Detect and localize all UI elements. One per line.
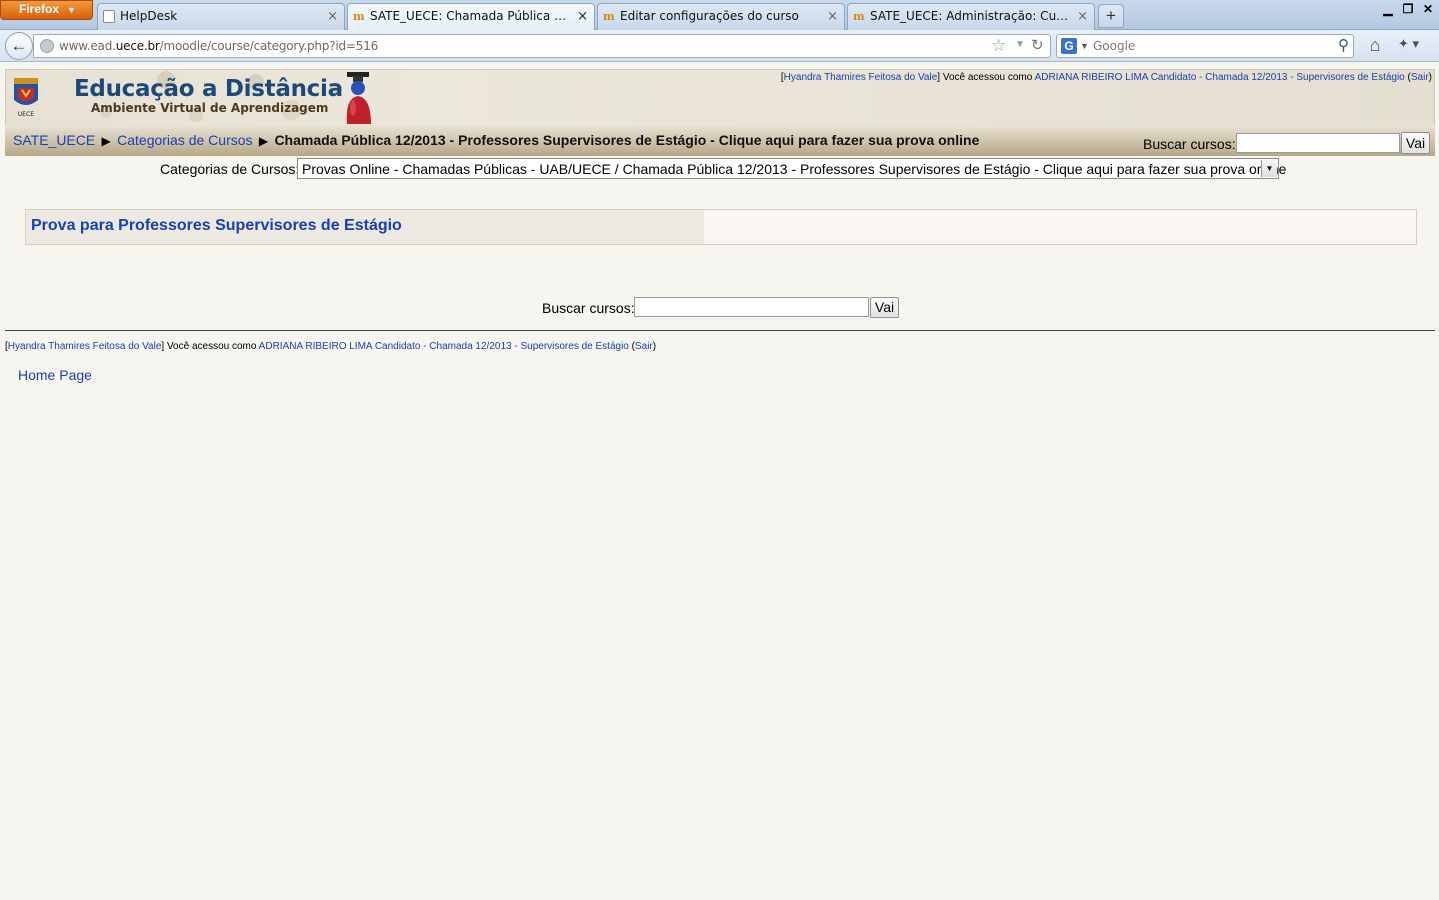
breadcrumb-categories-link[interactable]: Categorias de Cursos bbox=[117, 132, 252, 148]
url-domain: uece.br bbox=[115, 39, 160, 53]
search-bar[interactable]: G ▼ Google ⚲ bbox=[1056, 34, 1354, 58]
user-profile-link[interactable]: ADRIANA RIBEIRO LIMA Candidato - Chamada… bbox=[259, 341, 629, 352]
close-icon[interactable]: × bbox=[827, 9, 838, 24]
breadcrumb: SATE_UECE ▶ Categorias de Cursos ▶ Chama… bbox=[13, 132, 979, 148]
globe-icon bbox=[40, 39, 54, 53]
tab-editar-configuracoes[interactable]: m Editar configurações do curso × bbox=[597, 3, 845, 30]
logout-link[interactable]: Sair bbox=[1411, 72, 1429, 83]
engine-dropdown-icon[interactable]: ▼ bbox=[1080, 41, 1089, 51]
nav-search-input[interactable] bbox=[1236, 133, 1400, 153]
restore-icon[interactable]: ❐ bbox=[1399, 2, 1417, 19]
user-profile-link[interactable]: ADRIANA RIBEIRO LIMA Candidato - Chamada… bbox=[1035, 72, 1405, 83]
chevron-down-icon[interactable]: ▼ bbox=[1261, 160, 1277, 177]
minimize-icon[interactable]: ▁ bbox=[1379, 2, 1397, 19]
breadcrumb-current: Chamada Pública 12/2013 - Professores Su… bbox=[274, 132, 980, 148]
uece-crest-logo: UECE bbox=[14, 78, 38, 118]
graduate-mascot-icon bbox=[346, 72, 371, 124]
home-page-link[interactable]: Home Page bbox=[18, 367, 92, 383]
nav-search-button[interactable]: Vai bbox=[1401, 132, 1430, 154]
breadcrumb-site-link[interactable]: SATE_UECE bbox=[13, 132, 95, 148]
close-icon[interactable]: × bbox=[327, 9, 338, 24]
moodle-icon: m bbox=[353, 10, 365, 23]
browser-nav-bar: www.ead.uece.br/moodle/course/category.p… bbox=[0, 30, 1439, 62]
tab-administracao-cursos[interactable]: m SATE_UECE: Administração: Cursos: ... … bbox=[847, 3, 1095, 30]
back-button[interactable]: ← bbox=[5, 32, 33, 60]
search-icon[interactable]: ⚲ bbox=[1338, 36, 1349, 54]
moodle-icon: m bbox=[853, 10, 865, 23]
nav-search-label: Buscar cursos: bbox=[1143, 136, 1236, 152]
firefox-menu-button[interactable]: Firefox ▼ bbox=[0, 0, 93, 20]
course-list-item: Prova para Professores Supervisores de E… bbox=[25, 209, 1417, 245]
browser-tab-bar: Firefox ▼ HelpDesk × m SATE_UECE: Chamad… bbox=[0, 0, 1439, 30]
url-text[interactable]: www.ead.uece.br/moodle/course/category.p… bbox=[59, 39, 378, 53]
real-user-link[interactable]: Hyandra Thamires Feitosa do Vale bbox=[8, 341, 162, 352]
tab-title: SATE_UECE: Chamada Pública 12/201... bbox=[370, 9, 570, 23]
close-icon[interactable]: × bbox=[577, 9, 588, 24]
footer-login-info: [Hyandra Thamires Feitosa do Vale] Você … bbox=[5, 341, 657, 352]
category-select-label: Categorias de Cursos: bbox=[160, 161, 300, 177]
url-prefix: www.ead. bbox=[59, 39, 116, 53]
crest-text: UECE bbox=[18, 111, 34, 118]
logout-link[interactable]: Sair bbox=[635, 341, 653, 352]
tab-title: Editar configurações do curso bbox=[620, 9, 799, 23]
navigation-bar: SATE_UECE ▶ Categorias de Cursos ▶ Chama… bbox=[5, 125, 1435, 156]
real-user-link[interactable]: Hyandra Thamires Feitosa do Vale bbox=[784, 72, 938, 83]
home-icon[interactable]: ⌂ bbox=[1364, 35, 1386, 57]
url-path: /moodle/course/category.php?id=516 bbox=[159, 39, 379, 53]
firefox-menu-label: Firefox bbox=[19, 2, 60, 16]
moodle-icon: m bbox=[603, 10, 615, 23]
course-name-cell: Prova para Professores Supervisores de E… bbox=[26, 210, 704, 244]
footer-divider bbox=[5, 330, 1435, 331]
url-bar[interactable]: www.ead.uece.br/moodle/course/category.p… bbox=[33, 34, 1051, 58]
breadcrumb-separator-icon: ▶ bbox=[255, 134, 272, 148]
close-window-icon[interactable]: ✕ bbox=[1419, 2, 1437, 19]
site-subtitle: Ambiente Virtual de Aprendizagem bbox=[91, 101, 329, 115]
history-dropdown-icon[interactable]: ▼ bbox=[1015, 39, 1025, 50]
tab-title: HelpDesk bbox=[120, 9, 178, 23]
course-search-button[interactable]: Vai bbox=[870, 297, 899, 318]
site-title: Educação a Distância bbox=[74, 76, 343, 102]
login-info-text: Você acessou como bbox=[942, 72, 1033, 83]
category-select[interactable]: Provas Online - Chamadas Públicas - UAB/… bbox=[297, 158, 1286, 179]
course-search-label: Buscar cursos: bbox=[542, 300, 635, 316]
course-search-input[interactable] bbox=[634, 297, 869, 317]
login-info-text: Você acessou como bbox=[166, 341, 257, 352]
tab-title: SATE_UECE: Administração: Cursos: ... bbox=[870, 9, 1070, 23]
reload-icon[interactable]: ↻ bbox=[1031, 36, 1044, 54]
addon-bar-icon[interactable]: ✦ ▾ bbox=[1398, 36, 1428, 56]
back-arrow-icon: ← bbox=[10, 36, 28, 55]
chevron-down-icon: ▼ bbox=[67, 5, 76, 15]
tab-helpdesk[interactable]: HelpDesk × bbox=[97, 3, 345, 30]
blank-page-icon bbox=[103, 10, 115, 23]
close-icon[interactable]: × bbox=[1077, 9, 1088, 24]
course-link[interactable]: Prova para Professores Supervisores de E… bbox=[31, 217, 402, 235]
site-header: UECE Educação a Distância Ambiente Virtu… bbox=[5, 69, 1435, 125]
login-info: [Hyandra Thamires Feitosa do Vale] Você … bbox=[780, 72, 1432, 83]
breadcrumb-separator-icon: ▶ bbox=[98, 134, 115, 148]
google-icon[interactable]: G bbox=[1061, 38, 1077, 54]
category-select-value: Provas Online - Chamadas Públicas - UAB/… bbox=[302, 161, 1287, 177]
search-placeholder: Google bbox=[1093, 39, 1136, 53]
new-tab-button[interactable]: + bbox=[1098, 4, 1124, 28]
bookmark-star-icon[interactable]: ☆ bbox=[991, 36, 1006, 56]
tab-chamada-publica[interactable]: m SATE_UECE: Chamada Pública 12/201... × bbox=[347, 3, 595, 30]
